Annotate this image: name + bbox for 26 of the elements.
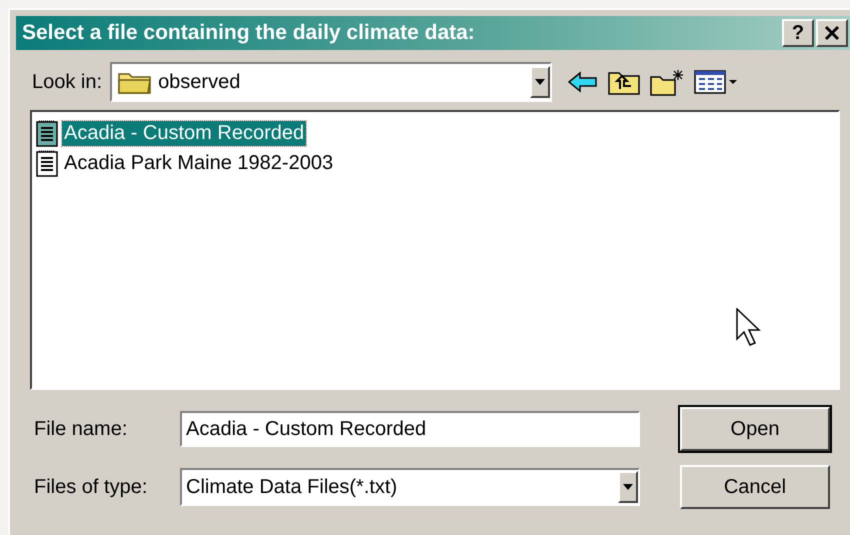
- file-name-label: File name:: [34, 418, 128, 440]
- files-of-type-label: Files of type:: [34, 476, 148, 498]
- look-in-value: observed: [158, 70, 242, 94]
- file-item[interactable]: Acadia - Custom Recorded: [62, 120, 306, 146]
- dropdown-arrow-icon: [535, 79, 546, 85]
- view-menu-icon[interactable]: [694, 70, 738, 94]
- look-in-label: Look in:: [32, 70, 102, 94]
- open-button[interactable]: Open: [680, 407, 830, 451]
- file-name-field[interactable]: Acadia - Custom Recorded: [180, 411, 640, 447]
- files-of-type-dropdown[interactable]: Climate Data Files(*.txt): [180, 468, 640, 506]
- help-button[interactable]: ?: [782, 19, 814, 47]
- mouse-cursor-icon: [736, 308, 762, 346]
- dropdown-arrow-icon: [623, 484, 633, 490]
- file-item[interactable]: Acadia Park Maine 1982-2003: [62, 150, 336, 176]
- close-button[interactable]: [816, 19, 848, 47]
- files-of-type-value: Climate Data Files(*.txt): [186, 476, 398, 498]
- document-icon: [36, 149, 58, 177]
- back-arrow-icon[interactable]: [568, 71, 598, 93]
- look-in-dropdown[interactable]: observed: [110, 62, 552, 102]
- close-icon: [824, 25, 840, 41]
- document-icon: [36, 119, 58, 147]
- cancel-button[interactable]: Cancel: [680, 465, 830, 509]
- new-folder-icon[interactable]: [650, 68, 684, 96]
- dropdown-button[interactable]: [618, 471, 638, 503]
- window-title: Select a file containing the daily climate data:: [22, 21, 476, 45]
- dropdown-button[interactable]: [530, 66, 550, 98]
